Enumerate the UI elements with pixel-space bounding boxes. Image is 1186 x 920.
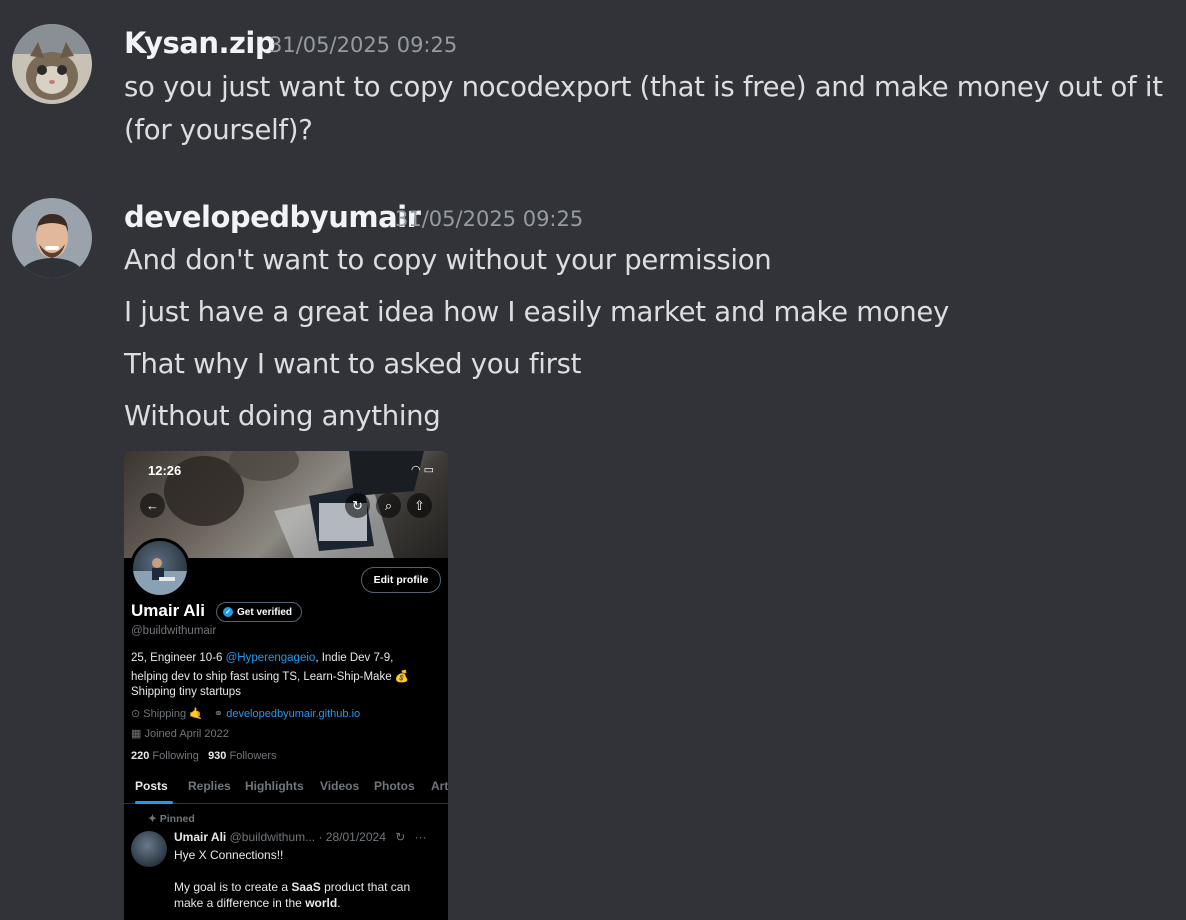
- post-text: make a difference in the world.: [174, 896, 341, 910]
- status-time: 12:26: [148, 463, 182, 478]
- search-icon: ⌕: [376, 493, 401, 518]
- post-avatar: [131, 831, 167, 867]
- more-icon: ···: [414, 830, 427, 844]
- post-text: Hye X Connections!!: [174, 848, 284, 862]
- post-text: My goal is to create a SaaS product that…: [174, 880, 410, 894]
- profile-joined: ▦ Joined April 2022: [131, 727, 229, 740]
- profile-name: Umair Ali: [131, 601, 206, 620]
- website-link: developedbyumair.github.io: [226, 708, 361, 720]
- bio-text: 25, Engineer 10-6: [131, 652, 226, 664]
- post-text-part: make a difference in the: [174, 896, 306, 910]
- post-text-part: My goal is to create a: [174, 880, 292, 894]
- calendar-icon: ▦: [131, 728, 142, 740]
- bio-text: , Indie Dev 7-9,: [315, 652, 394, 664]
- pin-icon: ✦: [148, 813, 157, 825]
- share-icon: ⇧: [407, 493, 432, 518]
- message-kysan: Kysan.zip 31/05/2025 09:25 so you just w…: [0, 0, 1186, 170]
- get-verified-label: Get verified: [237, 606, 293, 618]
- pinned-text: Pinned: [159, 813, 195, 825]
- user-avatar[interactable]: [12, 24, 92, 104]
- post-text-bold: world: [305, 896, 338, 910]
- profile-handle: @buildwithumair: [131, 625, 217, 637]
- back-arrow-icon: ←: [140, 493, 165, 518]
- link-icon: ⚭: [213, 708, 224, 720]
- tab-highlights: Highlights: [245, 779, 304, 793]
- post-header: Umair Ali @buildwithum... · 28/01/2024 ↻…: [174, 830, 427, 844]
- post-text-part: .: [337, 896, 341, 910]
- post-text-part: product that can: [320, 880, 411, 894]
- image-attachment[interactable]: 12:26 ◠ ▭ ← ↻ ⌕ ⇧ Edit profile Umair Ali…: [124, 451, 448, 920]
- bio-line: Shipping tiny startups: [131, 686, 241, 698]
- username[interactable]: Kysan.zip: [124, 26, 276, 60]
- tab-replies: Replies: [188, 779, 231, 793]
- follow-counts: 220 Following 930 Followers: [131, 750, 277, 762]
- message-text: (for yourself)?: [124, 114, 313, 146]
- message-text: Without doing anything: [124, 400, 441, 432]
- post-meta: @buildwithum... · 28/01/2024: [229, 830, 386, 844]
- tab-photos: Photos: [374, 779, 415, 793]
- location-text: Shipping 🤙: [143, 708, 203, 720]
- message-timestamp: 31/05/2025 09:25: [269, 33, 458, 57]
- message-text: That why I want to asked you first: [124, 348, 582, 380]
- bio-line: helping dev to ship fast using TS, Learn…: [131, 671, 410, 683]
- tab-posts: Posts: [135, 779, 168, 793]
- edit-profile-button: Edit profile: [361, 567, 441, 593]
- refresh-icon: ↻: [345, 493, 370, 518]
- followers-label: Followers: [229, 750, 277, 762]
- following-count: 220: [131, 750, 150, 762]
- tab-videos: Videos: [320, 779, 360, 793]
- message-timestamp: 31/05/2025 09:25: [395, 207, 584, 231]
- active-tab-indicator: [135, 801, 173, 804]
- profile-avatar: [130, 538, 190, 598]
- profile-tabs: Posts Replies Highlights Videos Photos A…: [124, 771, 448, 804]
- post-text-bold: SaaS: [291, 880, 321, 894]
- location-pin-icon: ⊙: [131, 708, 141, 720]
- tab-articles: Art: [431, 779, 448, 793]
- wifi-battery-icon: ◠ ▭: [410, 464, 434, 476]
- bio-mention: @Hyperengageio: [225, 652, 316, 664]
- get-verified-button: ✓ Get verified: [216, 602, 303, 622]
- refresh-icon: ↻: [395, 830, 406, 844]
- username[interactable]: developedbyumair: [124, 200, 421, 234]
- following-label: Following: [152, 750, 199, 762]
- verified-check-icon: ✓: [223, 607, 233, 617]
- bio-line: 25, Engineer 10-6 @Hyperengageio, Indie …: [131, 652, 393, 664]
- pinned-label: ✦ Pinned: [148, 813, 195, 825]
- joined-text: Joined April 2022: [144, 728, 229, 740]
- profile-location: ⊙ Shipping 🤙 ⚭ developedbyumair.github.i…: [131, 707, 360, 720]
- post-author: Umair Ali: [174, 830, 227, 844]
- user-avatar[interactable]: [12, 198, 92, 278]
- followers-count: 930: [208, 750, 227, 762]
- message-text: I just have a great idea how I easily ma…: [124, 296, 949, 328]
- message-text: so you just want to copy nocodexport (th…: [124, 71, 1163, 103]
- message-text: And don't want to copy without your perm…: [124, 244, 772, 276]
